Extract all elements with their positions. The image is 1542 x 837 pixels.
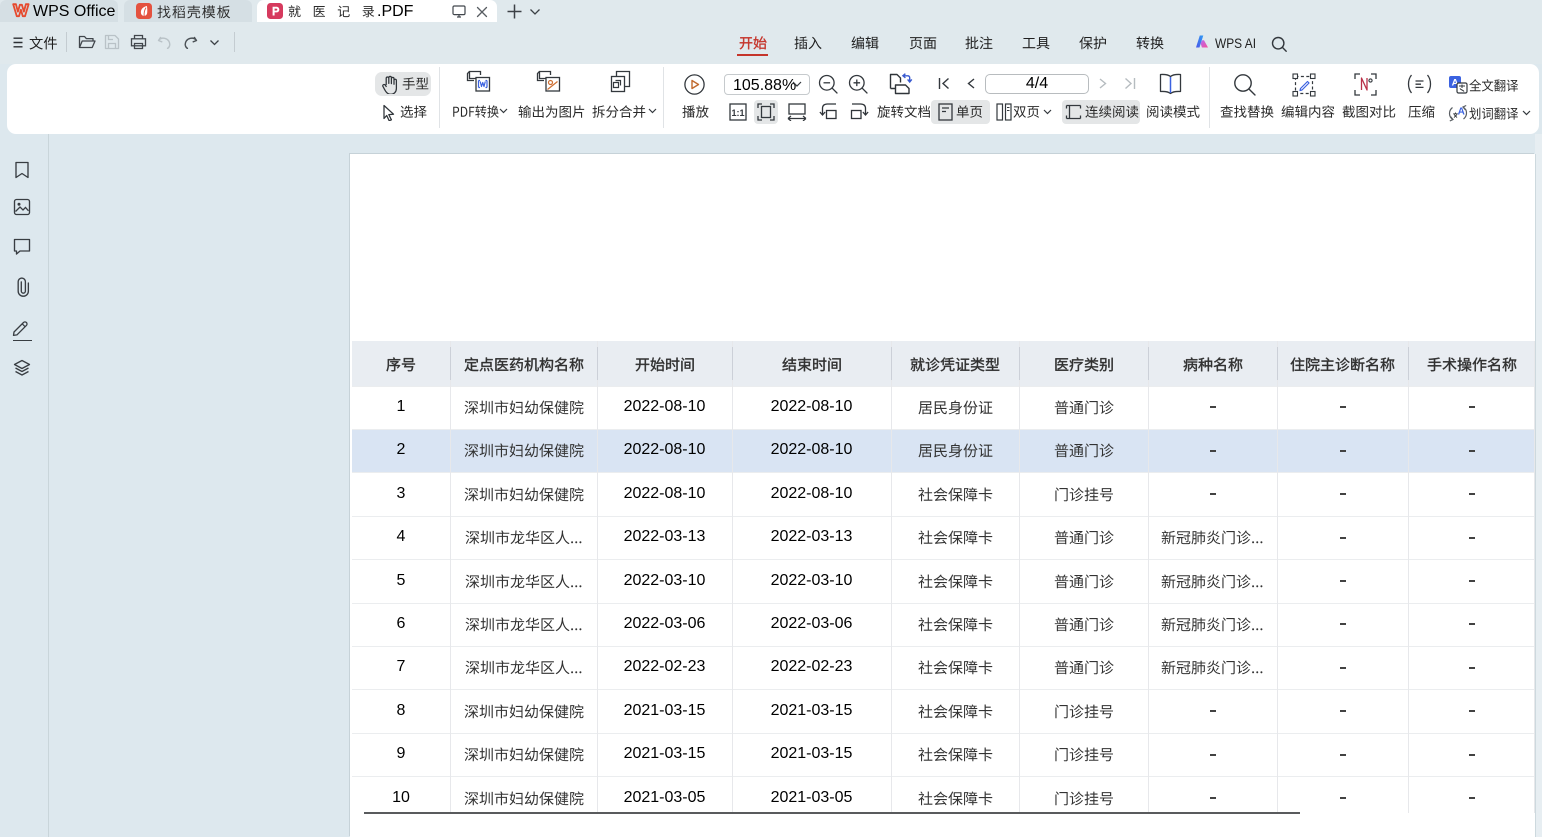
svg-text:1:1: 1:1 — [731, 108, 744, 118]
svg-text:A: A — [1458, 107, 1465, 118]
